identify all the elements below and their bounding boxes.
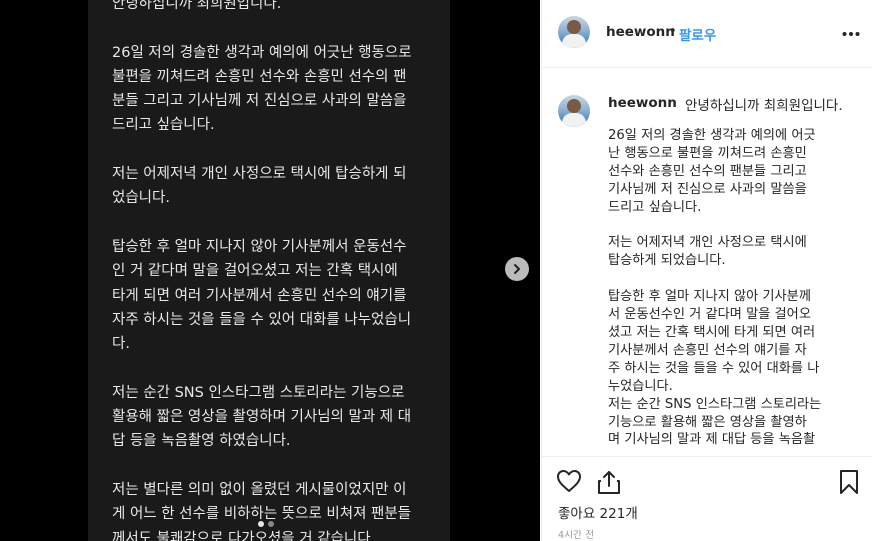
post-sidebar: heewonn • 팔로우 heewonn 안녕하십니까 최희원입니다. 26일… [541, 0, 872, 541]
share-icon [598, 471, 620, 494]
caption-username[interactable]: heewonn [608, 95, 677, 111]
heart-icon [557, 470, 581, 492]
carousel-dot [268, 521, 274, 527]
separator-dot: • [669, 24, 677, 39]
timestamp: 4시간 전 [558, 530, 595, 541]
bookmark-icon [840, 470, 858, 494]
like-button[interactable] [556, 469, 582, 497]
caption-text: 26일 저의 경솔한 생각과 예의에 어긋 난 행동으로 불편을 끼쳐드려 손흥… [608, 128, 822, 448]
save-button[interactable] [838, 469, 860, 499]
caption-first-line: 안녕하십니까 최희원입니다. [685, 98, 843, 114]
likes-count[interactable]: 좋아요 221개 [558, 502, 638, 522]
follow-button[interactable]: 팔로우 [679, 24, 716, 44]
post-media[interactable]: 안녕하십니까 최희원입니다. 26일 저의 경솔한 생각과 예의에 어긋난 행동… [0, 0, 540, 541]
carousel-dots [258, 521, 274, 527]
more-options-button[interactable] [842, 22, 860, 41]
media-text: 안녕하십니까 최희원입니다. 26일 저의 경솔한 생각과 예의에 어긋난 행동… [112, 0, 412, 541]
next-slide-button[interactable] [505, 257, 529, 281]
caption-avatar[interactable] [558, 95, 590, 127]
header-username[interactable]: heewonn [606, 24, 675, 40]
share-button[interactable] [596, 469, 622, 499]
avatar[interactable] [558, 16, 590, 48]
caption-section: heewonn 안녕하십니까 최희원입니다. 26일 저의 경솔한 생각과 예의… [542, 69, 872, 456]
chevron-right-icon [514, 264, 520, 274]
action-bar: 좋아요 221개 4시간 전 [542, 456, 872, 541]
more-icon [842, 32, 860, 36]
carousel-dot-active [258, 521, 264, 527]
post-header: heewonn • 팔로우 [542, 0, 872, 68]
